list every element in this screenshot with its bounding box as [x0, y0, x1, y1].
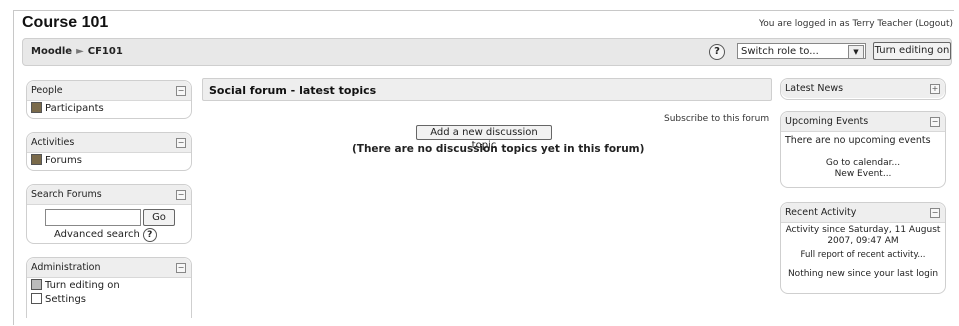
admin-block-header: Administration − [27, 258, 191, 278]
navbar: Moodle ► CF101 ? Switch role to... ▼ Turn … [22, 38, 952, 66]
advanced-search-link[interactable]: Advanced search? [54, 228, 157, 242]
upcoming-events-block: Upcoming Events − There are no upcoming … [780, 111, 946, 188]
activities-block-header: Activities − [27, 133, 191, 153]
collapse-icon[interactable]: − [930, 117, 940, 127]
participants-icon [31, 102, 42, 113]
subscribe-link[interactable]: Subscribe to this forum [664, 114, 769, 124]
collapse-icon[interactable]: − [176, 138, 186, 148]
no-topics-message: (There are no discussion topics yet in t… [352, 143, 645, 155]
forum-title: Social forum - latest topics [209, 84, 377, 97]
search-input[interactable] [45, 209, 141, 226]
expand-icon[interactable]: + [930, 84, 940, 94]
breadcrumb-home-link[interactable]: Moodle [31, 46, 72, 57]
forums-icon [31, 154, 42, 165]
sidebar-item-label: Settings [45, 294, 87, 305]
latest-news-header: Latest News + [781, 79, 945, 98]
collapse-icon[interactable]: − [930, 208, 940, 218]
edit-icon [31, 279, 42, 290]
advanced-search-label: Advanced search [54, 229, 140, 240]
sidebar-item-forums[interactable]: Forums [31, 154, 82, 166]
nothing-new-text: Nothing new since your last login [787, 269, 939, 279]
breadcrumb-course: CF101 [87, 46, 123, 57]
calendar-link[interactable]: Go to calendar... [781, 158, 945, 168]
collapse-icon[interactable]: − [176, 263, 186, 273]
administration-block: Administration − Turn editing on Setting… [26, 257, 192, 318]
upcoming-events-header: Upcoming Events − [781, 112, 945, 132]
breadcrumb: Moodle ► CF101 [31, 46, 123, 57]
collapse-icon[interactable]: − [176, 86, 186, 96]
recent-activity-header: Recent Activity − [781, 203, 945, 223]
search-forums-block: Search Forums − Go Advanced search? [26, 184, 192, 244]
switch-role-select[interactable]: Switch role to... ▼ [737, 43, 866, 59]
new-event-link[interactable]: New Event... [781, 169, 945, 179]
search-block-header: Search Forums − [27, 185, 191, 205]
full-report-link[interactable]: Full report of recent activity... [781, 250, 945, 260]
chevron-down-icon[interactable]: ▼ [848, 45, 864, 59]
latest-news-title: Latest News [785, 83, 844, 94]
people-block-header: People − [27, 81, 191, 101]
people-block-title: People [31, 85, 63, 96]
sidebar-item-label: Forums [45, 155, 82, 166]
sidebar-item-label: Participants [45, 103, 104, 114]
page-title: Course 101 [22, 14, 109, 31]
collapse-icon[interactable]: − [176, 190, 186, 200]
activities-block: Activities − Forums [26, 132, 192, 171]
sidebar-item-settings[interactable]: Settings [31, 293, 86, 305]
recent-activity-block: Recent Activity − Activity since Saturda… [780, 202, 946, 294]
sidebar-item-participants[interactable]: Participants [31, 102, 104, 114]
go-button[interactable]: Go [143, 209, 175, 226]
no-events-text: There are no upcoming events [785, 135, 931, 146]
sidebar-item-turn-editing-on[interactable]: Turn editing on [31, 279, 120, 291]
latest-news-block: Latest News + [780, 78, 946, 100]
search-block-title: Search Forums [31, 189, 102, 200]
admin-block-title: Administration [31, 262, 101, 273]
upcoming-events-title: Upcoming Events [785, 116, 869, 127]
forum-header: Social forum - latest topics [202, 78, 772, 101]
activities-block-title: Activities [31, 137, 75, 148]
recent-activity-title: Recent Activity [785, 207, 857, 218]
add-discussion-button[interactable]: Add a new discussion topic [416, 125, 552, 151]
sidebar-item-label: Turn editing on [45, 280, 120, 291]
people-block: People − Participants [26, 80, 192, 119]
settings-icon [31, 293, 42, 304]
activity-since-text: Activity since Saturday, 11 August 2007,… [785, 225, 941, 246]
login-info[interactable]: You are logged in as Terry Teacher (Logo… [759, 19, 953, 29]
help-icon[interactable]: ? [709, 44, 725, 60]
switch-role-value: Switch role to... [741, 46, 819, 57]
help-icon[interactable]: ? [142, 228, 157, 242]
turn-editing-on-button[interactable]: Turn editing on [873, 42, 951, 60]
breadcrumb-separator-icon: ► [76, 46, 84, 57]
